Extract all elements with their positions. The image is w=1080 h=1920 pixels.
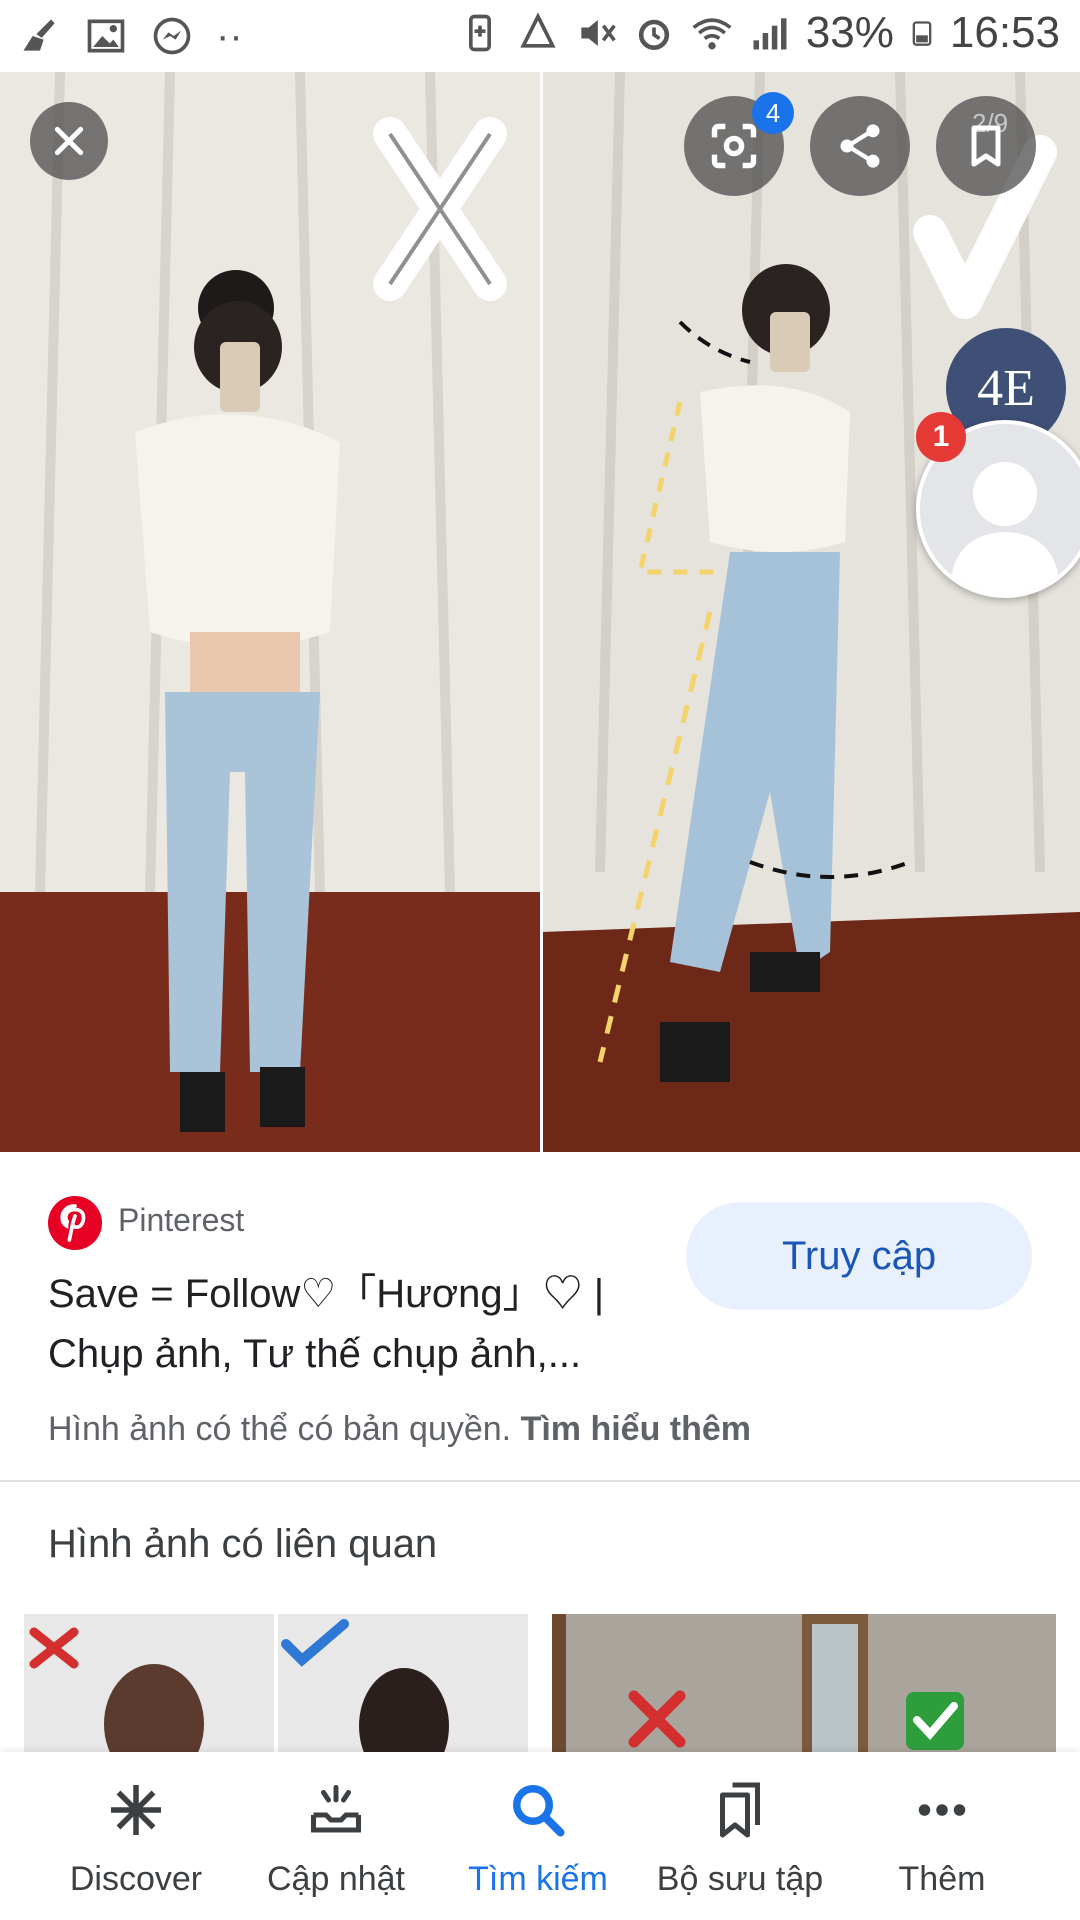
- lens-count-badge: 4: [752, 92, 794, 134]
- related-image-thumbnail[interactable]: [24, 1614, 528, 1754]
- gallery-icon: [87, 19, 125, 53]
- more-dots-icon: [918, 1804, 966, 1816]
- updates-tray-icon: [311, 1785, 361, 1833]
- clock-time: 16:53: [949, 8, 1060, 57]
- learn-more-link[interactable]: Tìm hiểu thêm: [521, 1410, 751, 1448]
- nav-discover[interactable]: Discover: [36, 1752, 236, 1920]
- recycle-icon: [520, 12, 556, 48]
- nav-collections[interactable]: Bộ sưu tập: [640, 1752, 840, 1920]
- copyright-text: Hình ảnh có thể có bản quyền.: [48, 1410, 512, 1448]
- nav-more[interactable]: Thêm: [842, 1752, 1042, 1920]
- related-image-2: [552, 1614, 1056, 1754]
- battery-percent: 33%: [805, 8, 894, 57]
- fashion-comparison-image: [0, 72, 1080, 1152]
- source-name[interactable]: Pinterest: [118, 1202, 244, 1239]
- related-image-thumbnail[interactable]: [552, 1614, 1056, 1754]
- share-button[interactable]: [810, 96, 910, 196]
- nav-search[interactable]: Tìm kiếm: [438, 1752, 638, 1920]
- alarm-icon: [638, 19, 669, 50]
- share-icon: [840, 124, 880, 168]
- search-icon: [513, 1785, 565, 1837]
- nav-label: Cập nhật: [267, 1860, 405, 1898]
- close-icon: [54, 126, 84, 156]
- status-bar: ·· 33% 16:53: [0, 0, 1080, 72]
- visit-button[interactable]: Truy cập: [686, 1202, 1032, 1310]
- nav-label: Discover: [69, 1860, 203, 1898]
- divider: [0, 1480, 1080, 1482]
- pinterest-logo-icon: [48, 1196, 102, 1250]
- nav-label: Thêm: [898, 1860, 986, 1898]
- nav-label: Tìm kiếm: [468, 1860, 608, 1898]
- collections-icon: [720, 1782, 760, 1838]
- close-button[interactable]: [30, 102, 108, 180]
- bottom-navigation: Discover Cập nhật Tìm kiếm Bộ sưu tập Th…: [0, 1752, 1080, 1920]
- related-images-heading: Hình ảnh có liên quan: [48, 1522, 438, 1566]
- copyright-notice: Hình ảnh có thể có bản quyền. Tìm hiểu t…: [48, 1410, 751, 1449]
- mute-icon: [581, 20, 616, 46]
- asterisk-icon: [111, 1785, 161, 1835]
- lens-icon: [711, 123, 757, 169]
- related-image-1: [24, 1614, 528, 1754]
- image-viewer[interactable]: 4 2/9 4E 1: [0, 72, 1080, 1152]
- wifi-icon: [692, 18, 732, 50]
- nav-updates[interactable]: Cập nhật: [236, 1752, 436, 1920]
- image-counter: 2/9: [972, 108, 1009, 138]
- battery-icon: [912, 21, 932, 46]
- notification-badge: 1: [916, 412, 966, 462]
- nav-label: Bộ sưu tập: [656, 1860, 824, 1898]
- signal-icon: [753, 18, 787, 50]
- result-title[interactable]: Save = Follow♡「Hương」♡ | Chụp ảnh, Tư th…: [48, 1264, 648, 1384]
- messenger-icon: [153, 17, 191, 55]
- battery-saver-icon: [468, 14, 491, 52]
- more-notifications-icon: ··: [216, 14, 243, 58]
- cleaner-broom-icon: [23, 19, 55, 51]
